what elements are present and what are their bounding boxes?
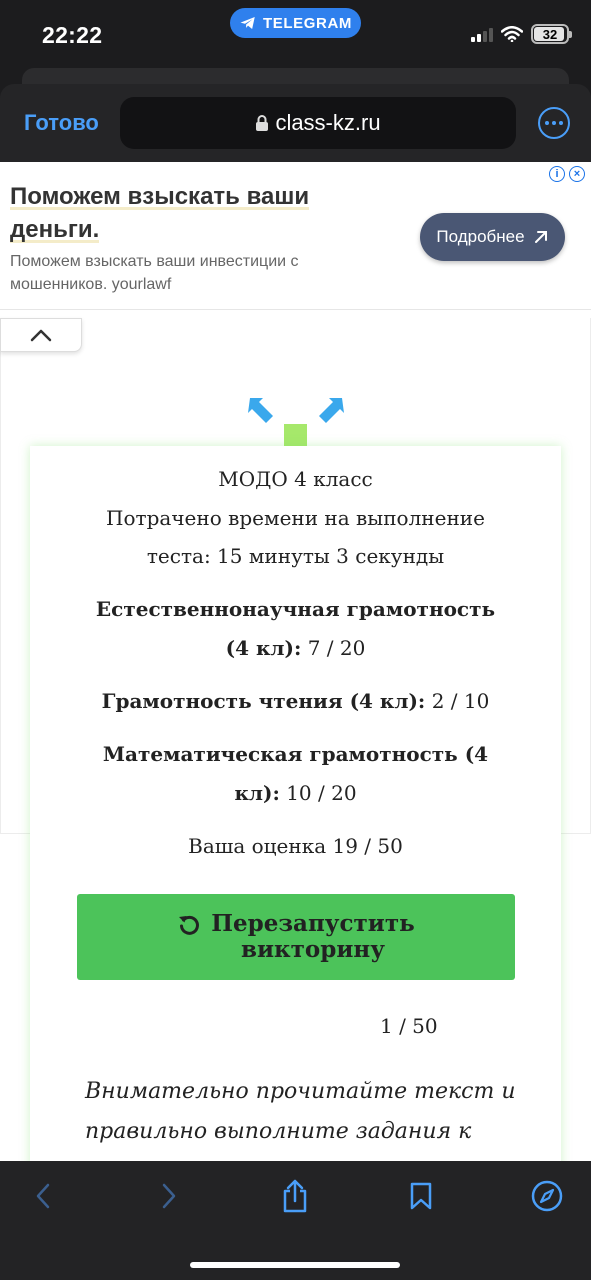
bookmarks-button[interactable]: [404, 1179, 438, 1213]
ad-choices[interactable]: i ×: [549, 166, 585, 182]
more-dots-icon: [545, 121, 549, 125]
time-spent-line2: теста: 15 минуты 3 секунды: [146, 544, 445, 568]
done-button[interactable]: Готово: [24, 110, 99, 136]
instruction-text: Внимательно прочитайте текст и правильно…: [85, 1079, 516, 1144]
ad-text: Поможем взыскать ваши инвестиции с мошен…: [10, 253, 299, 293]
wifi-icon: [501, 26, 523, 42]
url-field[interactable]: class-kz.ru: [120, 97, 516, 149]
section-math-score: кл): 10 / 20: [234, 781, 357, 805]
more-options-button[interactable]: [538, 107, 570, 139]
status-time: 22:22: [42, 22, 103, 48]
ad-info-icon[interactable]: i: [549, 166, 565, 182]
ad-title-line2: деньги.: [10, 216, 100, 243]
restart-icon: [179, 915, 200, 935]
url-text: class-kz.ru: [275, 110, 381, 135]
home-indicator: [190, 1262, 400, 1268]
share-button[interactable]: [278, 1179, 312, 1213]
time-spent-line1: Потрачено времени на выполнение: [106, 506, 485, 530]
chevron-left-icon: [36, 1183, 50, 1209]
question-counter: 1 / 50: [380, 1014, 438, 1038]
chevron-right-icon: [162, 1183, 176, 1209]
forward-button[interactable]: [152, 1179, 186, 1213]
section-math-name: Математическая грамотность (4: [102, 742, 489, 766]
ad-more-button[interactable]: Подробнее: [420, 213, 565, 261]
compass-icon: [531, 1180, 563, 1212]
chevron-up-icon: [30, 329, 52, 342]
lock-icon: [256, 115, 269, 131]
telegram-icon: [240, 17, 255, 29]
battery-icon: 32: [531, 24, 572, 44]
section-science-name: Естественнонаучная грамотность: [95, 597, 496, 621]
section-science-score: (4 кл): 7 / 20: [225, 636, 366, 660]
telegram-return-pill[interactable]: TELEGRAM: [230, 8, 361, 38]
restart-label-line2: викторину: [241, 936, 385, 963]
green-marker: [284, 424, 307, 446]
ad-title-line1: Поможем взыскать ваши: [10, 183, 310, 210]
ad-more-label: Подробнее: [436, 227, 525, 246]
restart-quiz-button[interactable]: Перезапустить викторину: [77, 894, 515, 980]
back-button[interactable]: [26, 1179, 60, 1213]
battery-level: 32: [542, 26, 558, 42]
quiz-result-card: МОДО 4 класс Потрачено времени на выполн…: [30, 446, 561, 1186]
share-icon: [283, 1179, 307, 1213]
ad-close-icon[interactable]: ×: [569, 166, 585, 182]
cellular-signal-icon: [471, 26, 493, 42]
status-icons: 32: [471, 24, 572, 44]
telegram-label: TELEGRAM: [263, 14, 352, 32]
section-reading: Грамотность чтения (4 кл): 2 / 10: [101, 689, 490, 713]
arrow-up-right-icon: [534, 231, 547, 243]
total-score: Ваша оценка 19 / 50: [188, 834, 403, 858]
collapse-ad-button[interactable]: [0, 318, 82, 352]
quiz-title: МОДО 4 класс: [218, 467, 373, 491]
restart-label-line1: Перезапустить: [211, 910, 415, 937]
open-in-safari-button[interactable]: [530, 1179, 564, 1213]
bookmark-icon: [410, 1182, 432, 1210]
ad-title[interactable]: Поможем взыскать ваши деньги.: [10, 180, 350, 246]
